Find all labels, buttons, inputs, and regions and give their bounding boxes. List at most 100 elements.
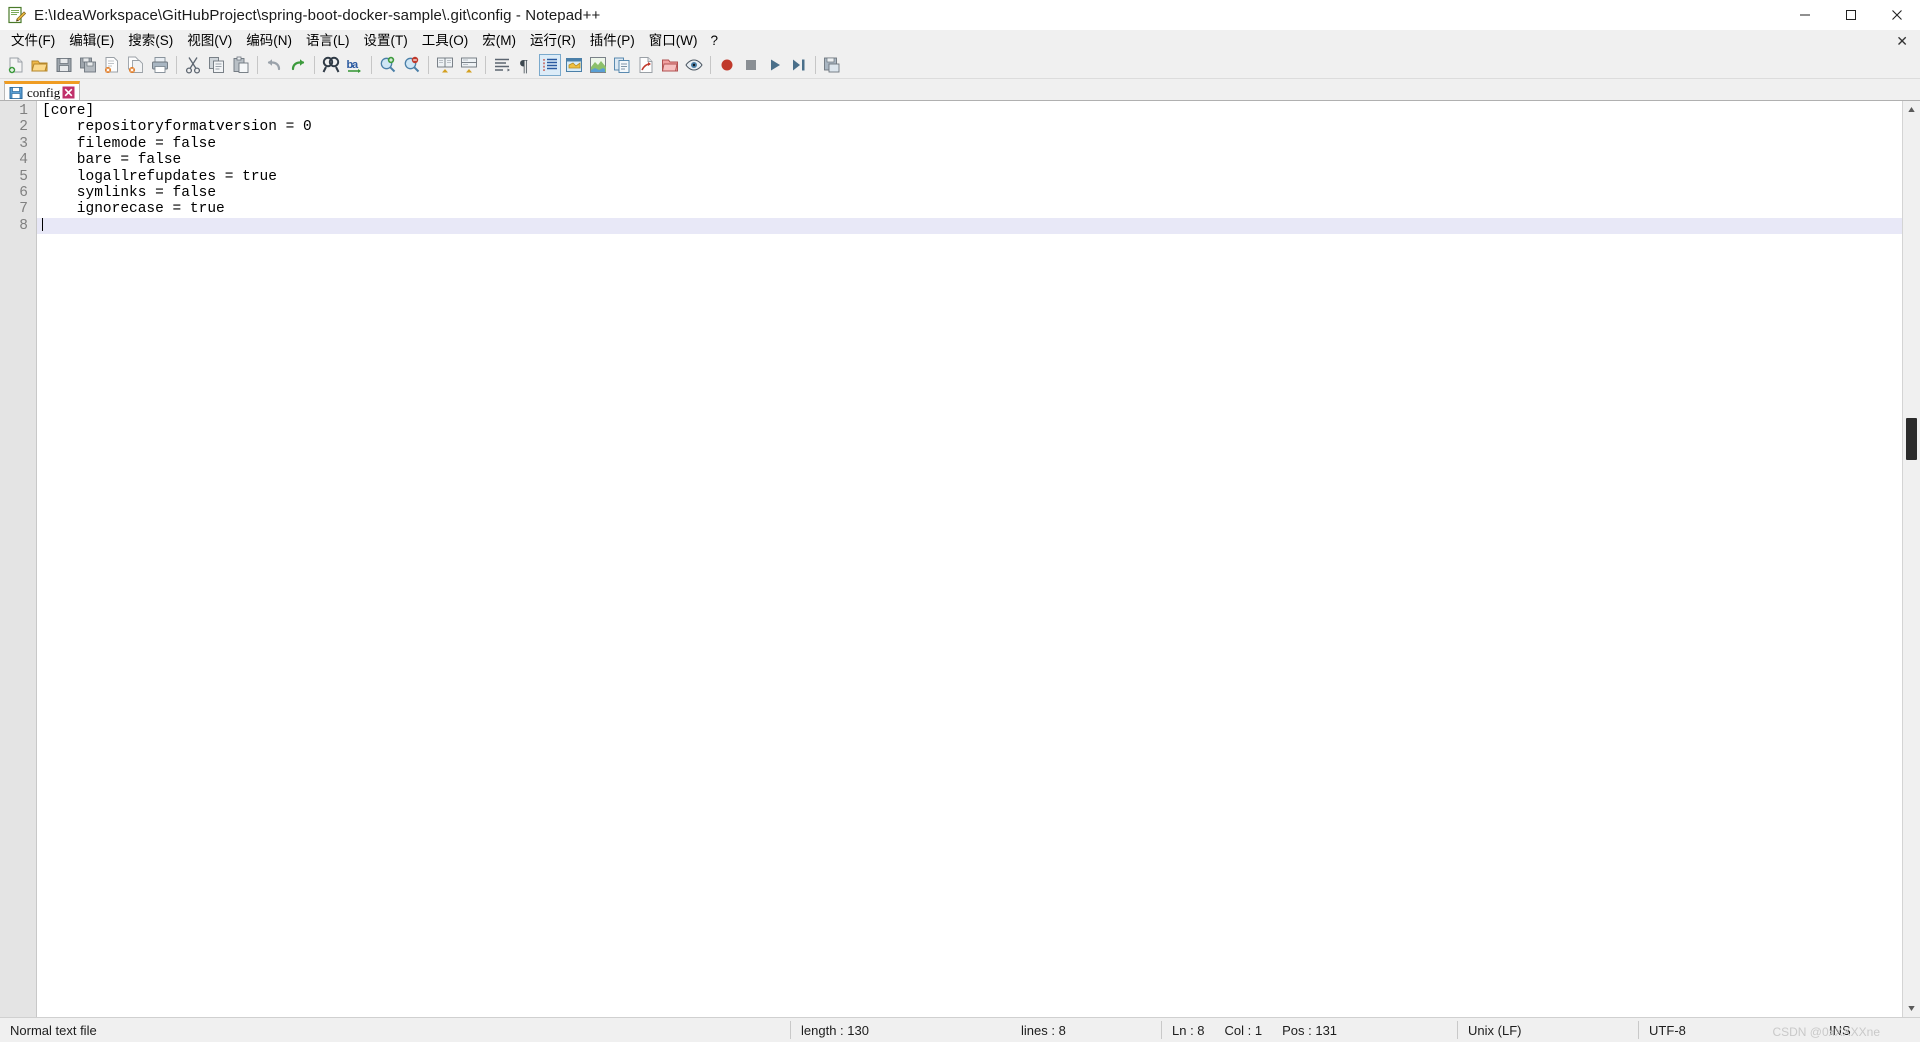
menu-window[interactable]: 窗口(W)	[642, 31, 705, 52]
title-bar: E:\IdeaWorkspace\GitHubProject\spring-bo…	[0, 0, 1920, 30]
code-line: repositoryformatversion = 0	[42, 119, 312, 136]
replace-icon[interactable]: b a	[344, 54, 366, 76]
user-defined-dialog-icon[interactable]	[563, 54, 585, 76]
close-all-files-icon[interactable]	[125, 54, 147, 76]
line-number-gutter: 1 2 3 4 5 6 7 8	[0, 101, 37, 1017]
toolbar-separator	[371, 56, 372, 74]
tab-bar: config	[0, 79, 1920, 101]
function-list-icon[interactable]	[611, 54, 633, 76]
menu-bar: 文件(F) 编辑(E) 搜索(S) 视图(V) 编码(N) 语言(L) 设置(T…	[0, 30, 1920, 52]
status-document-type: Normal text file	[10, 1022, 97, 1038]
tab-label: config	[27, 84, 61, 100]
status-eol-format[interactable]: Unix (LF)	[1458, 1018, 1638, 1042]
zoom-in-icon[interactable]	[377, 54, 399, 76]
toolbar-separator	[428, 56, 429, 74]
menu-file[interactable]: 文件(F)	[4, 31, 62, 52]
save-macro-icon[interactable]	[821, 54, 843, 76]
menu-settings[interactable]: 设置(T)	[357, 31, 415, 52]
new-file-icon[interactable]	[5, 54, 27, 76]
code-line: ignorecase = true	[42, 201, 225, 218]
status-ln: Ln : 8	[1172, 1022, 1205, 1038]
toolbar-separator	[176, 56, 177, 74]
status-insert-mode[interactable]: INS	[1819, 1018, 1909, 1042]
toolbar-separator	[485, 56, 486, 74]
line-number: 1	[19, 103, 28, 119]
cut-icon[interactable]	[182, 54, 204, 76]
status-pos: Pos : 131	[1282, 1022, 1338, 1038]
find-icon[interactable]	[320, 54, 342, 76]
code-line-current	[37, 217, 1902, 235]
menu-plugins[interactable]: 插件(P)	[583, 31, 642, 52]
copy-icon[interactable]	[206, 54, 228, 76]
menu-run[interactable]: 运行(R)	[523, 31, 583, 52]
status-lines: lines : 8	[1021, 1022, 1066, 1038]
toolbar: b a ¶	[0, 52, 1920, 79]
menu-encoding[interactable]: 编码(N)	[239, 31, 299, 52]
menu-tools[interactable]: 工具(O)	[415, 31, 476, 52]
tab-close-icon[interactable]	[62, 86, 75, 99]
run-macro-multiple-icon[interactable]	[788, 54, 810, 76]
status-encoding[interactable]: UTF-8	[1639, 1018, 1819, 1042]
line-number: 4	[19, 152, 28, 169]
menu-edit[interactable]: 编辑(E)	[62, 31, 121, 52]
vertical-scrollbar[interactable]	[1902, 101, 1920, 1017]
line-number: 6	[19, 184, 28, 201]
close-document-button[interactable]: ✕	[1892, 33, 1912, 50]
scroll-up-arrow-icon[interactable]	[1903, 101, 1920, 118]
code-line: symlinks = false	[42, 184, 217, 201]
save-icon[interactable]	[53, 54, 75, 76]
toolbar-separator	[314, 56, 315, 74]
menu-view[interactable]: 视图(V)	[180, 31, 239, 52]
folder-as-workspace-icon[interactable]	[659, 54, 681, 76]
undo-icon[interactable]	[263, 54, 285, 76]
line-number: 7	[19, 201, 28, 218]
window-title: E:\IdeaWorkspace\GitHubProject\spring-bo…	[34, 6, 601, 24]
saved-file-icon	[9, 86, 23, 100]
monitoring-icon[interactable]	[683, 54, 705, 76]
line-number: 5	[19, 168, 28, 185]
toolbar-separator	[815, 56, 816, 74]
close-window-button[interactable]	[1874, 0, 1920, 30]
text-caret	[42, 217, 43, 231]
code-line: [core]	[42, 103, 95, 119]
scrollbar-thumb[interactable]	[1906, 418, 1917, 460]
toolbar-separator	[710, 56, 711, 74]
maximize-button[interactable]	[1828, 0, 1874, 30]
code-line: filemode = false	[42, 135, 217, 152]
line-number: 2	[19, 119, 28, 136]
stop-recording-icon[interactable]	[740, 54, 762, 76]
menu-search[interactable]: 搜索(S)	[121, 31, 180, 52]
notepad-plus-plus-window: E:\IdeaWorkspace\GitHubProject\spring-bo…	[0, 0, 1920, 1042]
record-macro-icon[interactable]	[716, 54, 738, 76]
minimize-button[interactable]	[1782, 0, 1828, 30]
status-length: length : 130	[801, 1022, 869, 1038]
svg-text:a: a	[352, 59, 359, 71]
document-map-icon[interactable]	[587, 54, 609, 76]
close-file-icon[interactable]	[101, 54, 123, 76]
sync-horizontal-scroll-icon[interactable]	[458, 54, 480, 76]
line-number: 3	[19, 135, 28, 152]
zoom-out-icon[interactable]	[401, 54, 423, 76]
indent-guide-icon[interactable]	[539, 54, 561, 76]
scroll-down-arrow-icon[interactable]	[1903, 1000, 1920, 1017]
menu-language[interactable]: 语言(L)	[299, 31, 357, 52]
status-bar: Normal text file length : 130 lines : 8 …	[0, 1017, 1920, 1042]
open-file-icon[interactable]	[29, 54, 51, 76]
editor-area: 1 2 3 4 5 6 7 8 [core] repositoryformatv…	[0, 100, 1920, 1017]
redo-icon[interactable]	[287, 54, 309, 76]
print-icon[interactable]	[149, 54, 171, 76]
document-switcher-icon[interactable]	[635, 54, 657, 76]
play-macro-icon[interactable]	[764, 54, 786, 76]
scrollbar-track[interactable]	[1903, 118, 1920, 1000]
code-text-area[interactable]: [core] repositoryformatversion = 0 filem…	[37, 101, 1902, 1017]
status-col: Col : 1	[1224, 1022, 1263, 1038]
show-all-characters-icon[interactable]: ¶	[515, 54, 537, 76]
tab-config[interactable]: config	[4, 81, 81, 101]
menu-help[interactable]: ?	[704, 31, 724, 52]
word-wrap-icon[interactable]	[491, 54, 513, 76]
menu-macro[interactable]: 宏(M)	[475, 31, 523, 52]
paste-icon[interactable]	[230, 54, 252, 76]
window-controls	[1782, 0, 1920, 30]
sync-vertical-scroll-icon[interactable]	[434, 54, 456, 76]
save-all-icon[interactable]	[77, 54, 99, 76]
